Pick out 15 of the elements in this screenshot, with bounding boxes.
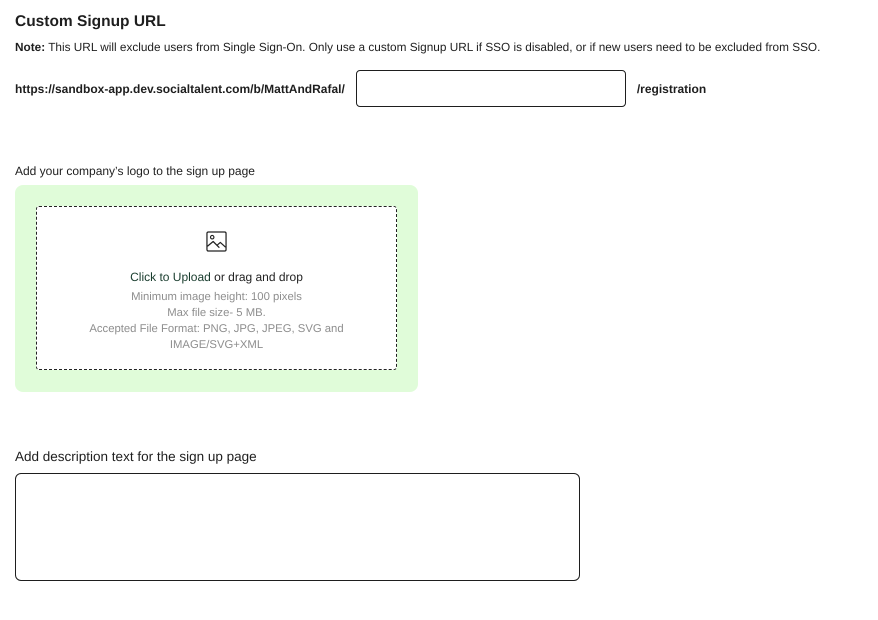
- upload-link[interactable]: Click to Upload: [130, 270, 211, 284]
- url-prefix: https://sandbox-app.dev.socialtalent.com/b/MattAndRafal/: [15, 82, 345, 96]
- section-title: Custom Signup URL: [15, 12, 167, 32]
- note-text: Note: This URL will exclude users from Single Sign-On. Only use a custom Signup URL if SSO is disabled, or if new users need to be excluded from SSO.: [15, 40, 822, 55]
- input-field[interactable]: [356, 70, 626, 107]
- url-suffix: /registration: [636, 82, 706, 96]
- requirement-text: Max file size- 5 MB.: [166, 306, 267, 321]
- image-icon: [206, 231, 227, 252]
- description-field[interactable]: [15, 473, 580, 581]
- field-label: Add description text for the sign up page: [15, 448, 258, 466]
- field-label: Add your company’s logo to the sign up page: [15, 163, 256, 179]
- requirement-text: Minimum image height: 100 pixels: [130, 290, 303, 305]
- dropzone[interactable]: Click to Upload or drag and drop Minimum image height: 100 pixels Max file size- 5 MB. Accepted File Format: PNG, JPG, JPEG, SVG and IMAGE/SVG+XML: [36, 206, 397, 370]
- upload-instructions: Click to Upload or drag and drop: [130, 270, 303, 285]
- requirement-text: Accepted File Format: PNG, JPG, JPEG, SVG and IMAGE/SVG+XML: [88, 322, 345, 353]
